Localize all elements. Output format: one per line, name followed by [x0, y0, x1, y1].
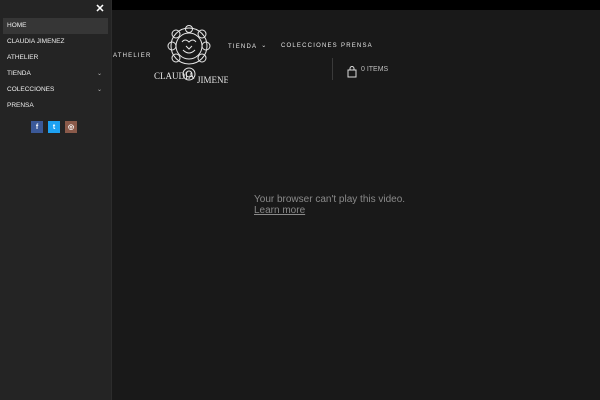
sidebar-item-tienda[interactable]: TIENDA ⌄: [3, 66, 108, 82]
chevron-down-icon[interactable]: ⌄: [97, 66, 102, 82]
header-divider: [332, 58, 333, 80]
cart-button[interactable]: 0 ITEMS: [347, 66, 388, 78]
shopping-bag-icon: [347, 66, 357, 78]
video-error-message: Your browser can't play this video.: [254, 194, 406, 205]
learn-more-link[interactable]: Learn more: [254, 205, 405, 216]
sidebar-item-claudia-jimenez[interactable]: CLAUDIA JIMENEZ: [3, 34, 108, 50]
facebook-icon[interactable]: f: [31, 121, 43, 133]
sidebar-item-colecciones[interactable]: COLECCIONES ⌄: [3, 82, 108, 98]
sidebar-item-prensa[interactable]: PRENSA: [3, 98, 108, 114]
logo-text-right: JIMENEZ: [197, 75, 228, 85]
social-links: f t ◎: [31, 121, 77, 133]
logo-text-left: CLAUDIA: [154, 71, 195, 81]
sidebar-item-label: ATHELIER: [7, 54, 39, 61]
sidebar-item-label: HOME: [7, 22, 27, 29]
nav-link-tienda-label: TIENDA: [228, 44, 258, 50]
chevron-down-icon: ⌄: [261, 43, 268, 49]
sidebar-item-athelier[interactable]: ATHELIER: [3, 50, 108, 66]
sidebar-item-label: CLAUDIA JIMENEZ: [7, 38, 65, 45]
mobile-side-menu: ✕ HOME CLAUDIA JIMENEZ ATHELIER TIENDA ⌄…: [0, 0, 111, 400]
sidebar-item-label: COLECCIONES: [7, 86, 55, 93]
close-icon[interactable]: ✕: [94, 3, 106, 15]
chevron-down-icon[interactable]: ⌄: [97, 82, 102, 98]
brand-logo[interactable]: CLAUDIA JIMENEZ: [150, 24, 235, 88]
nav-link-colecciones[interactable]: COLECCIONES: [281, 43, 338, 49]
twitter-icon[interactable]: t: [48, 121, 60, 133]
nav-link-prensa[interactable]: PRENSA: [341, 43, 373, 49]
cart-items-count: 0 ITEMS: [361, 66, 389, 73]
side-menu-list: HOME CLAUDIA JIMENEZ ATHELIER TIENDA ⌄ C…: [3, 18, 108, 114]
instagram-icon[interactable]: ◎: [65, 121, 77, 133]
sidebar-item-label: PRENSA: [7, 102, 34, 109]
nav-link-tienda[interactable]: TIENDA ⌄: [228, 43, 267, 50]
sidebar-item-home[interactable]: HOME: [3, 18, 108, 34]
nav-link-athelier[interactable]: ATHELIER: [113, 53, 152, 59]
video-fallback: Your browser can't play this video. Lear…: [254, 194, 405, 216]
sidebar-item-label: TIENDA: [7, 70, 31, 77]
